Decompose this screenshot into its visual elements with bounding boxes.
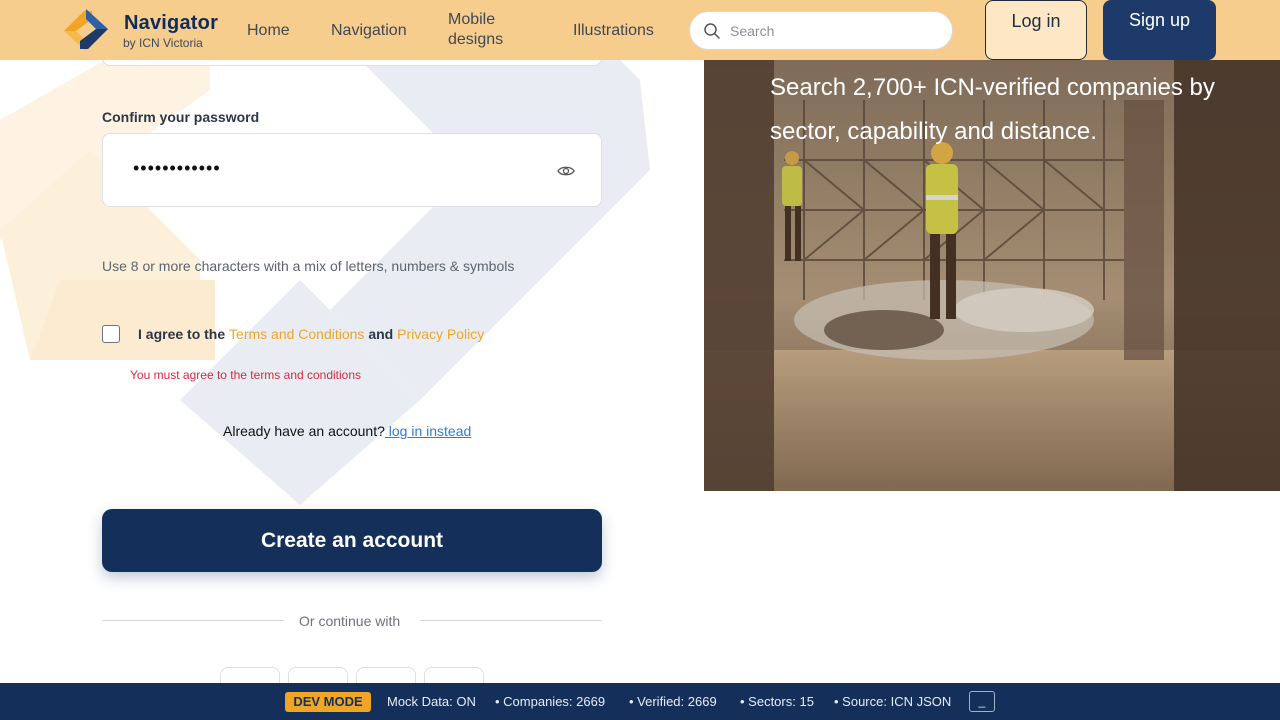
agree-and: and [364, 326, 398, 342]
terms-link[interactable]: Terms and Conditions [229, 326, 364, 342]
brand-subtitle: by ICN Victoria [123, 36, 203, 50]
divider-line [420, 620, 602, 621]
dev-mode-badge: DEV MODE [285, 692, 371, 712]
confirm-password-label: Confirm your password [102, 109, 260, 125]
mock-data-status: Mock Data: ON [387, 694, 476, 709]
nav-illustrations[interactable]: Illustrations [573, 21, 654, 41]
dev-status-bar: DEV MODE Mock Data: ON • Companies: 2669… [0, 683, 1280, 720]
already-account: Already have an account? log in instead [223, 423, 471, 439]
sectors-count: • Sectors: 15 [740, 694, 814, 709]
logo-icon[interactable] [62, 7, 110, 53]
already-text: Already have an account? [223, 423, 385, 439]
agree-prefix: I agree to the [138, 326, 230, 342]
divider-line [102, 620, 284, 621]
hero-image: Search 2,700+ ICN-verified companies by … [704, 60, 1280, 491]
divider-text: Or continue with [299, 613, 401, 629]
top-navigation-bar: Navigator by ICN Victoria Home Navigatio… [0, 0, 1280, 60]
signup-button[interactable]: Sign up [1103, 0, 1216, 60]
verified-count: • Verified: 2669 [629, 694, 717, 709]
terms-checkbox[interactable] [102, 325, 120, 343]
hero-tagline: Search 2,700+ ICN-verified companies by … [770, 74, 1215, 145]
search-icon [703, 22, 721, 40]
login-instead-link[interactable]: log in instead [385, 423, 472, 439]
password-hint: Use 8 or more characters with a mix of l… [102, 258, 515, 274]
terms-error: You must agree to the terms and conditio… [130, 368, 362, 382]
confirm-password-field[interactable]: •••••••••••• [102, 133, 602, 207]
nav-mobile-designs[interactable]: Mobile designs [448, 10, 528, 50]
brand-name[interactable]: Navigator [124, 12, 218, 35]
create-account-button[interactable]: Create an account [102, 509, 602, 572]
privacy-link[interactable]: Privacy Policy [397, 326, 484, 342]
search-input[interactable] [730, 20, 940, 42]
confirm-password-value: •••••••••••• [133, 158, 221, 178]
login-button[interactable]: Log in [985, 0, 1087, 60]
nav-navigation[interactable]: Navigation [331, 21, 407, 41]
search-box [689, 11, 953, 50]
nav-home[interactable]: Home [247, 21, 290, 41]
minimize-button[interactable]: _ [969, 691, 995, 712]
eye-icon[interactable] [557, 162, 575, 180]
companies-count: • Companies: 2669 [495, 694, 606, 709]
terms-label: I agree to the Terms and Conditions and … [138, 326, 484, 342]
data-source: • Source: ICN JSON [834, 694, 952, 709]
